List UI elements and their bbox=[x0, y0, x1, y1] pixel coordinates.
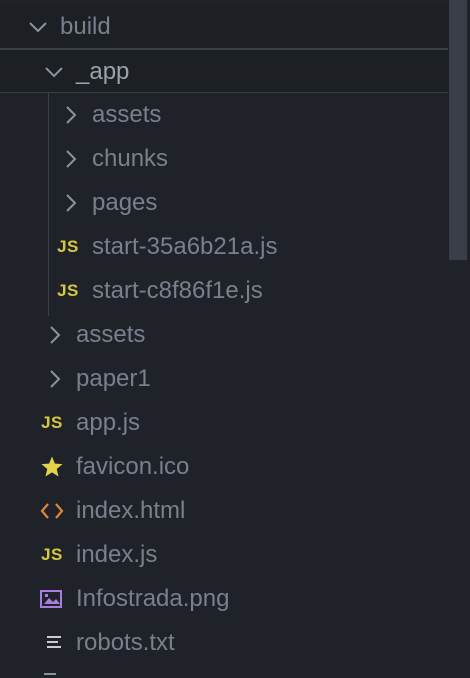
file-explorer: build _app assets chunks pages JS start-… bbox=[0, 0, 470, 678]
tree-file-infostrada-png[interactable]: Infostrada.png bbox=[0, 577, 448, 621]
chevron-right-icon bbox=[56, 137, 84, 181]
js-icon: JS bbox=[41, 545, 63, 564]
code-icon bbox=[38, 489, 66, 533]
tree-folder-app[interactable]: _app bbox=[0, 49, 448, 93]
tree-item-label: assets bbox=[92, 101, 162, 128]
js-icon: JS bbox=[57, 237, 79, 256]
tree-item-label: pages bbox=[92, 189, 158, 216]
tree-item-label: _app bbox=[76, 58, 130, 85]
scrollbar-thumb[interactable] bbox=[449, 0, 467, 260]
text-lines-icon bbox=[40, 621, 68, 665]
tree-row-partial bbox=[0, 665, 448, 678]
image-icon bbox=[38, 577, 66, 621]
js-icon: JS bbox=[57, 281, 79, 300]
tree-file-index-js[interactable]: JS index.js bbox=[0, 533, 448, 577]
tree-folder-chunks[interactable]: chunks bbox=[0, 137, 448, 181]
tree-item-label: index.js bbox=[76, 541, 158, 568]
tree-item-label: build bbox=[60, 13, 111, 40]
chevron-right-icon bbox=[56, 93, 84, 137]
tree-item-label: robots.txt bbox=[76, 629, 175, 656]
tree-file-index-html[interactable]: index.html bbox=[0, 489, 448, 533]
tree-file-favicon[interactable]: favicon.ico bbox=[0, 445, 448, 489]
chevron-right-icon bbox=[40, 313, 68, 357]
chevron-right-icon bbox=[40, 357, 68, 401]
tree-folder-build[interactable]: build bbox=[0, 5, 448, 49]
tree-item-label: favicon.ico bbox=[76, 453, 190, 480]
chevron-right-icon bbox=[56, 181, 84, 225]
tree-item-label: assets bbox=[76, 321, 146, 348]
tree-folder-pages[interactable]: pages bbox=[0, 181, 448, 225]
tree-item-label: start-35a6b21a.js bbox=[92, 233, 278, 260]
tree-folder-assets[interactable]: assets bbox=[0, 313, 448, 357]
chevron-down-icon bbox=[40, 50, 68, 94]
text-lines-icon bbox=[44, 673, 56, 675]
js-icon: JS bbox=[41, 413, 63, 432]
tree-file-start-c8f86f1e[interactable]: JS start-c8f86f1e.js bbox=[0, 269, 448, 313]
tree-item-label: paper1 bbox=[76, 365, 151, 392]
star-icon bbox=[38, 445, 66, 489]
tree-item-label: app.js bbox=[76, 409, 141, 436]
tree-file-robots-txt[interactable]: robots.txt bbox=[0, 621, 448, 665]
tree-file-app-js[interactable]: JS app.js bbox=[0, 401, 448, 445]
tree-item-label: index.html bbox=[76, 497, 186, 524]
tree-folder-assets[interactable]: assets bbox=[0, 93, 448, 137]
tree-item-label: Infostrada.png bbox=[76, 585, 230, 612]
tree-item-label: chunks bbox=[92, 145, 169, 172]
tree-item-label: start-c8f86f1e.js bbox=[92, 277, 263, 304]
tree-folder-paper1[interactable]: paper1 bbox=[0, 357, 448, 401]
chevron-down-icon bbox=[24, 5, 52, 49]
tree-file-start-35a6b21a[interactable]: JS start-35a6b21a.js bbox=[0, 225, 448, 269]
